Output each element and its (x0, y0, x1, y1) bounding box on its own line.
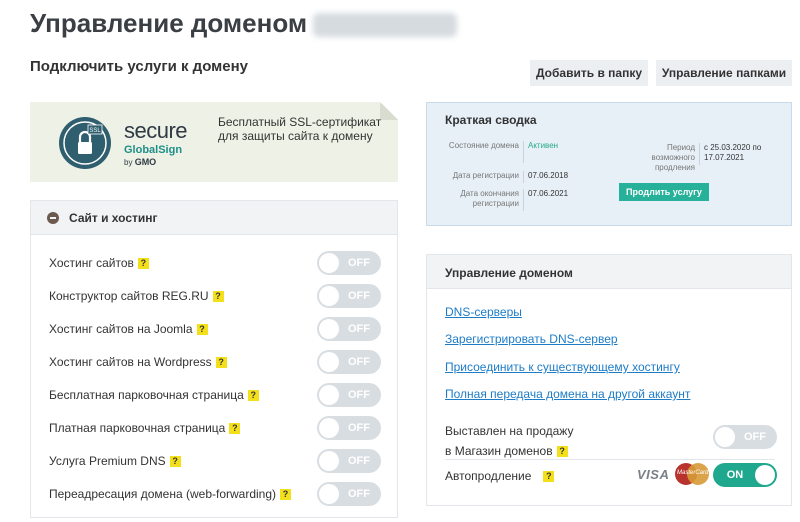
paid-parking-toggle[interactable]: OFF (317, 416, 381, 440)
renewal-period-label: Период возможного продления (651, 143, 695, 172)
hosting-toggle[interactable]: OFF (317, 251, 381, 275)
site-hosting-title: Сайт и хостинг (69, 211, 158, 225)
add-to-folder-button[interactable]: Добавить в папку (530, 60, 648, 86)
help-icon[interactable]: ? (196, 324, 208, 335)
toggle-knob (755, 465, 775, 485)
renew-service-button[interactable]: Продлить услугу (619, 183, 709, 201)
help-icon[interactable]: ? (280, 489, 292, 500)
service-row-web-forwarding: Переадресация домена (web-forwarding)? O… (49, 482, 389, 506)
toggle-knob (319, 484, 339, 504)
toggle-knob (715, 427, 735, 447)
blurred-domain-name (313, 13, 458, 38)
ssl-brand-secure: secure (124, 118, 188, 143)
register-dns-server-link[interactable]: Зарегистрировать DNS-сервер (445, 332, 618, 346)
transfer-domain-link[interactable]: Полная передача домена на другой аккаунт (445, 387, 690, 401)
ssl-promo-banner[interactable]: SSL secure GlobalSign by GMO Бесплатный … (30, 102, 398, 182)
web-forwarding-toggle[interactable]: OFF (317, 482, 381, 506)
autorenew-label: Автопродление? (445, 469, 555, 483)
service-row-wordpress: Хостинг сайтов на Wordpress? OFF (49, 350, 389, 374)
for-sale-toggle[interactable]: OFF (713, 425, 777, 449)
wordpress-toggle[interactable]: OFF (317, 350, 381, 374)
service-label: Платная парковочная страница (49, 421, 226, 435)
summary-panel: Краткая сводка Состояние домена Активен … (426, 102, 792, 226)
end-date-label: Дата окончания регистрации (460, 189, 519, 208)
services-subtitle: Подключить услуги к домену (30, 58, 249, 75)
service-row-builder: Конструктор сайтов REG.RU? OFF (49, 284, 389, 308)
help-icon[interactable]: ? (169, 456, 181, 467)
status-label: Состояние домена (448, 141, 519, 150)
domain-management-panel: Управление доменом DNS-серверы Зарегистр… (426, 254, 792, 506)
status-badge: Активен (523, 141, 558, 163)
service-row-premium-dns: Услуга Premium DNS? OFF (49, 449, 389, 473)
dns-servers-link[interactable]: DNS-серверы (445, 305, 522, 319)
divider (445, 459, 775, 460)
service-label: Хостинг сайтов на Wordpress (49, 355, 212, 369)
ssl-brand-globalsign: GlobalSign (124, 144, 183, 156)
free-parking-toggle[interactable]: OFF (317, 383, 381, 407)
toggle-knob (319, 286, 339, 306)
help-icon[interactable]: ? (215, 357, 227, 368)
page-title: Управление доменом (30, 8, 458, 39)
service-label: Переадресация домена (web-forwarding) (49, 487, 277, 501)
ssl-badge-text: SSL (89, 128, 101, 134)
service-row-joomla: Хостинг сайтов на Joomla? OFF (49, 317, 389, 341)
ssl-promo-text: Бесплатный SSL-сертификат для защиты сай… (218, 115, 382, 143)
reg-date-label: Дата регистрации (452, 171, 519, 180)
service-row-free-parking: Бесплатная парковочная страница? OFF (49, 383, 389, 407)
renewal-period-value: с 25.03.2020 по 17.07.2021 (699, 143, 769, 165)
service-row-paid-parking: Платная парковочная страница? OFF (49, 416, 389, 440)
toggle-knob (319, 319, 339, 339)
visa-icon: VISA (637, 467, 670, 482)
service-label: Услуга Premium DNS (49, 454, 166, 468)
help-icon[interactable]: ? (543, 471, 555, 482)
toggle-knob (319, 418, 339, 438)
joomla-toggle[interactable]: OFF (317, 317, 381, 341)
end-date-value: 07.06.2021 (523, 189, 568, 211)
toggle-knob (319, 253, 339, 273)
reg-date-value: 07.06.2018 (523, 171, 568, 183)
service-label: Хостинг сайтов (49, 256, 134, 270)
domain-management-title: Управление доменом (445, 266, 573, 280)
help-icon[interactable]: ? (247, 390, 259, 401)
help-icon[interactable]: ? (137, 258, 149, 269)
service-label: Хостинг сайтов на Joomla (49, 322, 193, 336)
help-icon[interactable]: ? (229, 423, 241, 434)
toggle-knob (319, 451, 339, 471)
minus-circle-icon[interactable] (47, 212, 59, 224)
toggle-knob (319, 352, 339, 372)
domain-management-header: Управление доменом (427, 255, 791, 289)
service-row-hosting: Хостинг сайтов? OFF (49, 251, 389, 275)
ssl-brand-gmo: by GMO (124, 157, 157, 167)
ssl-lock-icon: SSL (59, 117, 111, 169)
site-hosting-panel: Сайт и хостинг Хостинг сайтов? OFF Конст… (30, 200, 398, 518)
mastercard-icon: MasterCard (675, 463, 709, 485)
for-sale-label: Выставлен на продажу в Магазин доменов? (445, 424, 574, 458)
site-hosting-header[interactable]: Сайт и хостинг (31, 201, 397, 235)
builder-toggle[interactable]: OFF (317, 284, 381, 308)
manage-folders-button[interactable]: Управление папками (656, 60, 792, 86)
premium-dns-toggle[interactable]: OFF (317, 449, 381, 473)
help-icon[interactable]: ? (212, 291, 224, 302)
service-label: Бесплатная парковочная страница (49, 388, 244, 402)
toggle-knob (319, 385, 339, 405)
help-icon[interactable]: ? (556, 446, 568, 457)
summary-title: Краткая сводка (445, 113, 537, 127)
attach-hosting-link[interactable]: Присоединить к существующему хостингу (445, 360, 680, 374)
autorenew-toggle[interactable]: ON (713, 463, 777, 487)
service-label: Конструктор сайтов REG.RU (49, 289, 209, 303)
